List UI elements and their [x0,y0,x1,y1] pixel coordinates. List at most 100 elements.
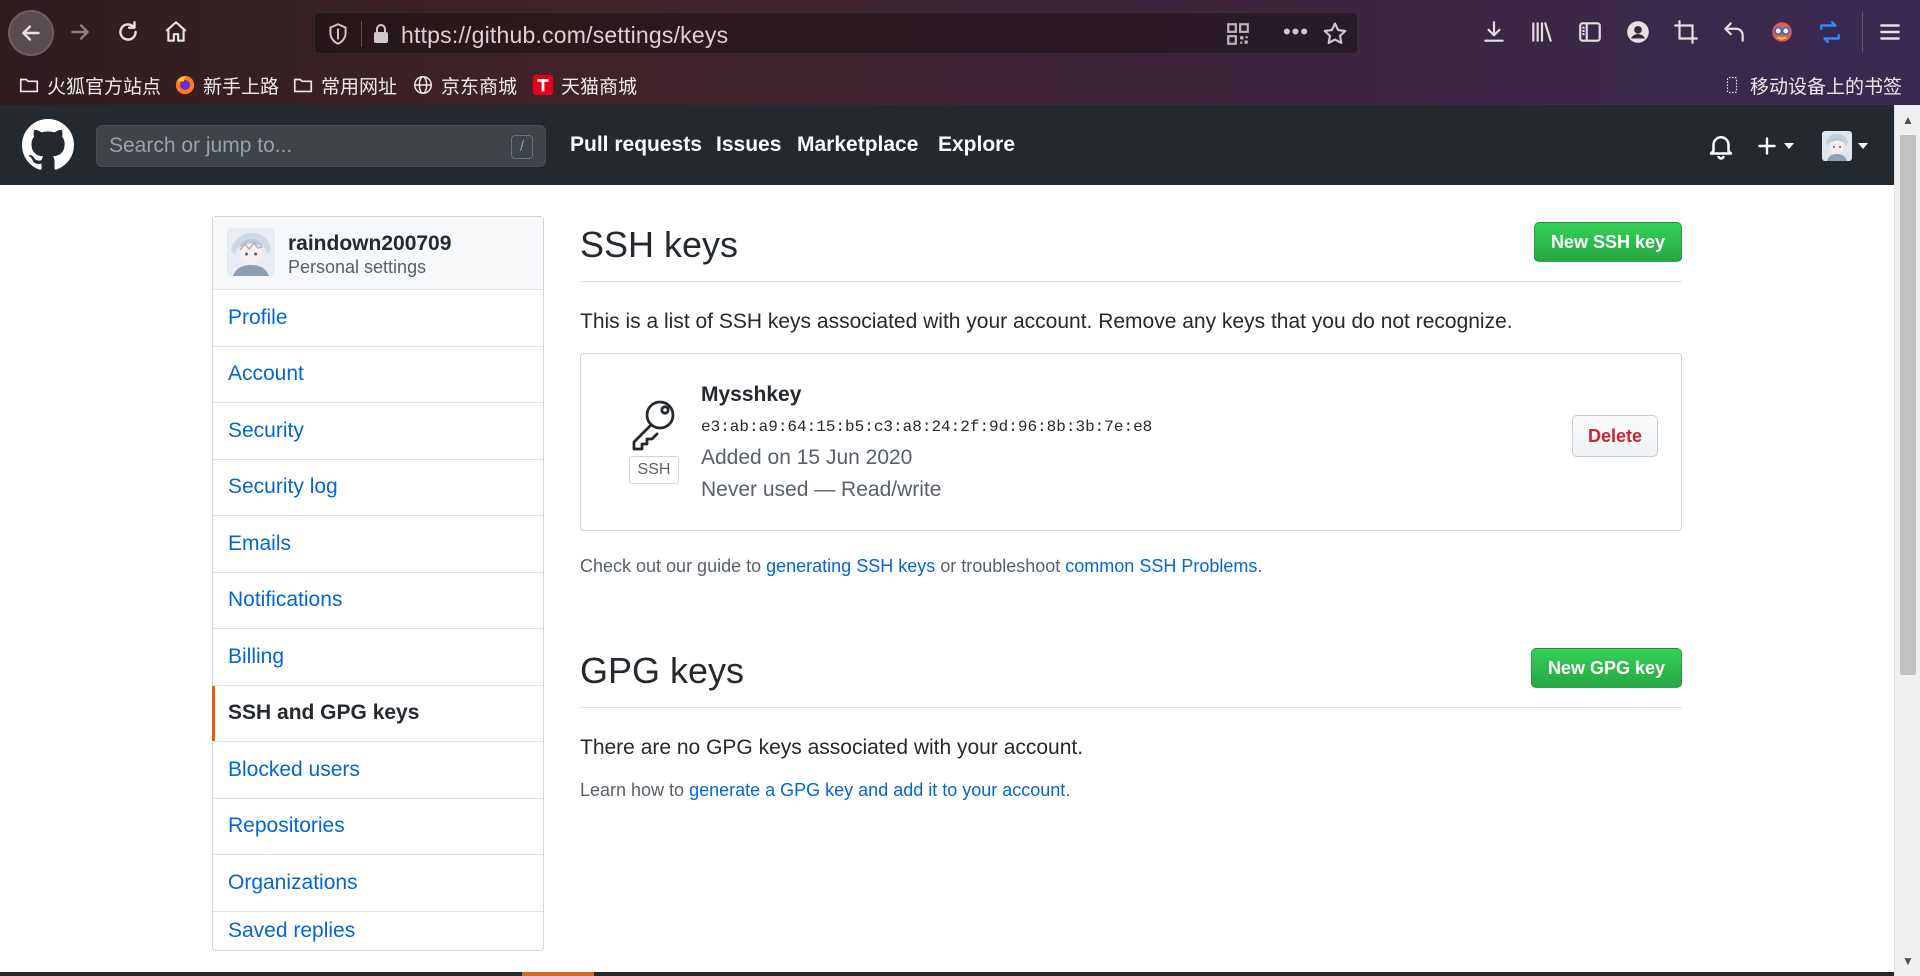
sidebar-item-account[interactable]: Account [213,347,543,403]
bookmark-item[interactable]: 新手上路 [174,70,279,100]
sidebar-item-security-log[interactable]: Security log [213,460,543,516]
avatar[interactable] [227,228,275,276]
lock-icon[interactable] [369,22,393,46]
user-menu[interactable] [1822,129,1874,163]
library-button[interactable] [1523,13,1561,51]
reload-button[interactable] [108,12,148,52]
sidebar-item-security[interactable]: Security [213,403,543,460]
create-new-menu[interactable] [1754,131,1800,161]
arrow-right-icon [71,24,89,40]
undo-icon [1724,22,1744,42]
sidebar-toggle-button[interactable] [1571,13,1609,51]
bookmark-label: 天猫商城 [561,75,638,98]
ssh-help-suffix: . [1257,556,1263,576]
toolbar-separator [1862,12,1863,52]
arrow-left-icon [22,25,40,41]
ssh-key-fingerprint: e3:ab:a9:64:15:b5:c3:a8:24:2f:9d:96:8b:3… [701,418,1153,436]
browser-chrome: https://github.com/settings/keys ••• 火狐官… [0,0,1920,105]
reload-icon [119,21,137,41]
delete-ssh-key-button[interactable]: Delete [1572,415,1658,457]
screenshot-button[interactable] [1667,13,1705,51]
scrollbar-thumb[interactable] [1900,135,1916,675]
sidebar-item-ssh-gpg-keys[interactable]: SSH and GPG keys [212,685,543,742]
github-logo-icon[interactable] [22,119,74,171]
page-scrollbar[interactable]: ▲ ▼ [1894,105,1920,976]
undo-close-tab-button[interactable] [1715,13,1753,51]
extension-button[interactable] [1763,13,1801,51]
home-button[interactable] [156,12,196,52]
new-ssh-key-button[interactable]: New SSH key [1533,222,1682,262]
page-actions-more-icon[interactable]: ••• [1281,19,1311,49]
forward-button[interactable] [60,12,100,52]
url-text[interactable]: https://github.com/settings/keys [401,22,728,49]
notifications-bell-icon[interactable] [1706,131,1736,161]
sidebar-subtitle: Personal settings [288,257,427,277]
menu-button[interactable] [1871,13,1909,51]
sidebar-item-profile[interactable]: Profile [213,290,543,347]
sync-icon [1820,21,1840,43]
bookmark-item[interactable]: 火狐官方站点 [18,70,161,100]
ssh-section-header: SSH keys New SSH key [580,216,1682,282]
main-content: SSH keys New SSH key This is a list of S… [580,216,1682,800]
account-icon [1627,21,1649,43]
bookmark-label: 京东商城 [441,75,518,98]
common-ssh-problems-link[interactable]: common SSH Problems [1065,556,1257,576]
bottom-accent [522,972,594,976]
hamburger-menu-icon [1880,24,1900,40]
library-icon [1532,22,1552,42]
mobile-bookmarks[interactable]: 移动设备上的书签 [1721,70,1902,100]
bookmark-label: 火狐官方站点 [47,75,162,98]
bookmark-item[interactable]: 常用网址 [292,70,397,100]
ssh-key-usage: Never used — Read/write [701,478,942,501]
sidebar-item-saved-replies[interactable]: Saved replies [213,912,543,950]
bookmark-item[interactable]: 天猫商城 [532,70,637,100]
bookmark-label: 常用网址 [321,75,398,98]
scroll-up-arrow-icon[interactable]: ▲ [1901,113,1915,127]
bottom-edge [0,972,1894,976]
sidebar-item-repositories[interactable]: Repositories [213,799,543,855]
sync-button[interactable] [1811,13,1849,51]
ssh-section-title: SSH keys [580,224,739,265]
back-button[interactable] [8,10,54,56]
sidebar-item-blocked-users[interactable]: Blocked users [213,742,543,799]
folder-icon [18,74,40,96]
sidebar-item-billing[interactable]: Billing [213,629,543,686]
sidebar-header: raindown200709 Personal settings [213,217,543,290]
nav-pull-requests[interactable]: Pull requests [570,133,702,157]
bookmark-item[interactable]: 京东商城 [412,70,517,100]
sidebar-item-emails[interactable]: Emails [213,516,543,573]
key-icon [632,400,675,451]
sidebar-username[interactable]: raindown200709 [288,232,451,256]
home-icon [165,21,187,42]
qr-code-icon[interactable] [1225,21,1251,47]
account-button[interactable] [1619,13,1657,51]
search-shortcut-hint: / [511,135,533,159]
generate-gpg-key-link[interactable]: generate a GPG key and add it to your ac… [689,780,1065,800]
folder-icon [292,74,314,96]
ssh-key-item: SSH Mysshkey e3:ab:a9:64:15:b5:c3:a8:24:… [580,353,1682,531]
bookmark-star-icon[interactable] [1321,20,1349,48]
sidebar-item-notifications[interactable]: Notifications [213,573,543,629]
downloads-button[interactable] [1475,13,1513,51]
search-box[interactable]: / [96,125,546,167]
new-gpg-key-button[interactable]: New GPG key [1530,648,1682,688]
search-input[interactable] [109,126,489,166]
sidebar-item-organizations[interactable]: Organizations [213,855,543,912]
nav-marketplace[interactable]: Marketplace [797,133,918,157]
ssh-help-middle: or troubleshoot [935,556,1066,576]
bookmarks-bar: 火狐官方站点 新手上路 常用网址 京东商城 天猫商城 移动设备上的书签 [0,66,1920,105]
github-header: / Pull requests Issues Marketplace Explo… [0,105,1894,185]
firefox-icon [174,74,196,96]
scroll-down-arrow-icon[interactable]: ▼ [1901,954,1915,968]
generating-ssh-keys-link[interactable]: generating SSH keys [766,556,935,576]
chevron-down-icon [1858,143,1868,149]
settings-sidebar: raindown200709 Personal settings Profile… [212,216,544,951]
avatar [1822,131,1852,161]
gpg-section-header: GPG keys New GPG key [580,642,1682,708]
tracking-shield-icon[interactable] [325,21,351,47]
nav-issues[interactable]: Issues [716,133,781,157]
ssh-keys-section: SSH keys New SSH key This is a list of S… [580,216,1682,576]
url-bar[interactable]: https://github.com/settings/keys ••• [314,12,1358,54]
ssh-intro-text: This is a list of SSH keys associated wi… [580,310,1513,333]
nav-explore[interactable]: Explore [938,133,1015,157]
